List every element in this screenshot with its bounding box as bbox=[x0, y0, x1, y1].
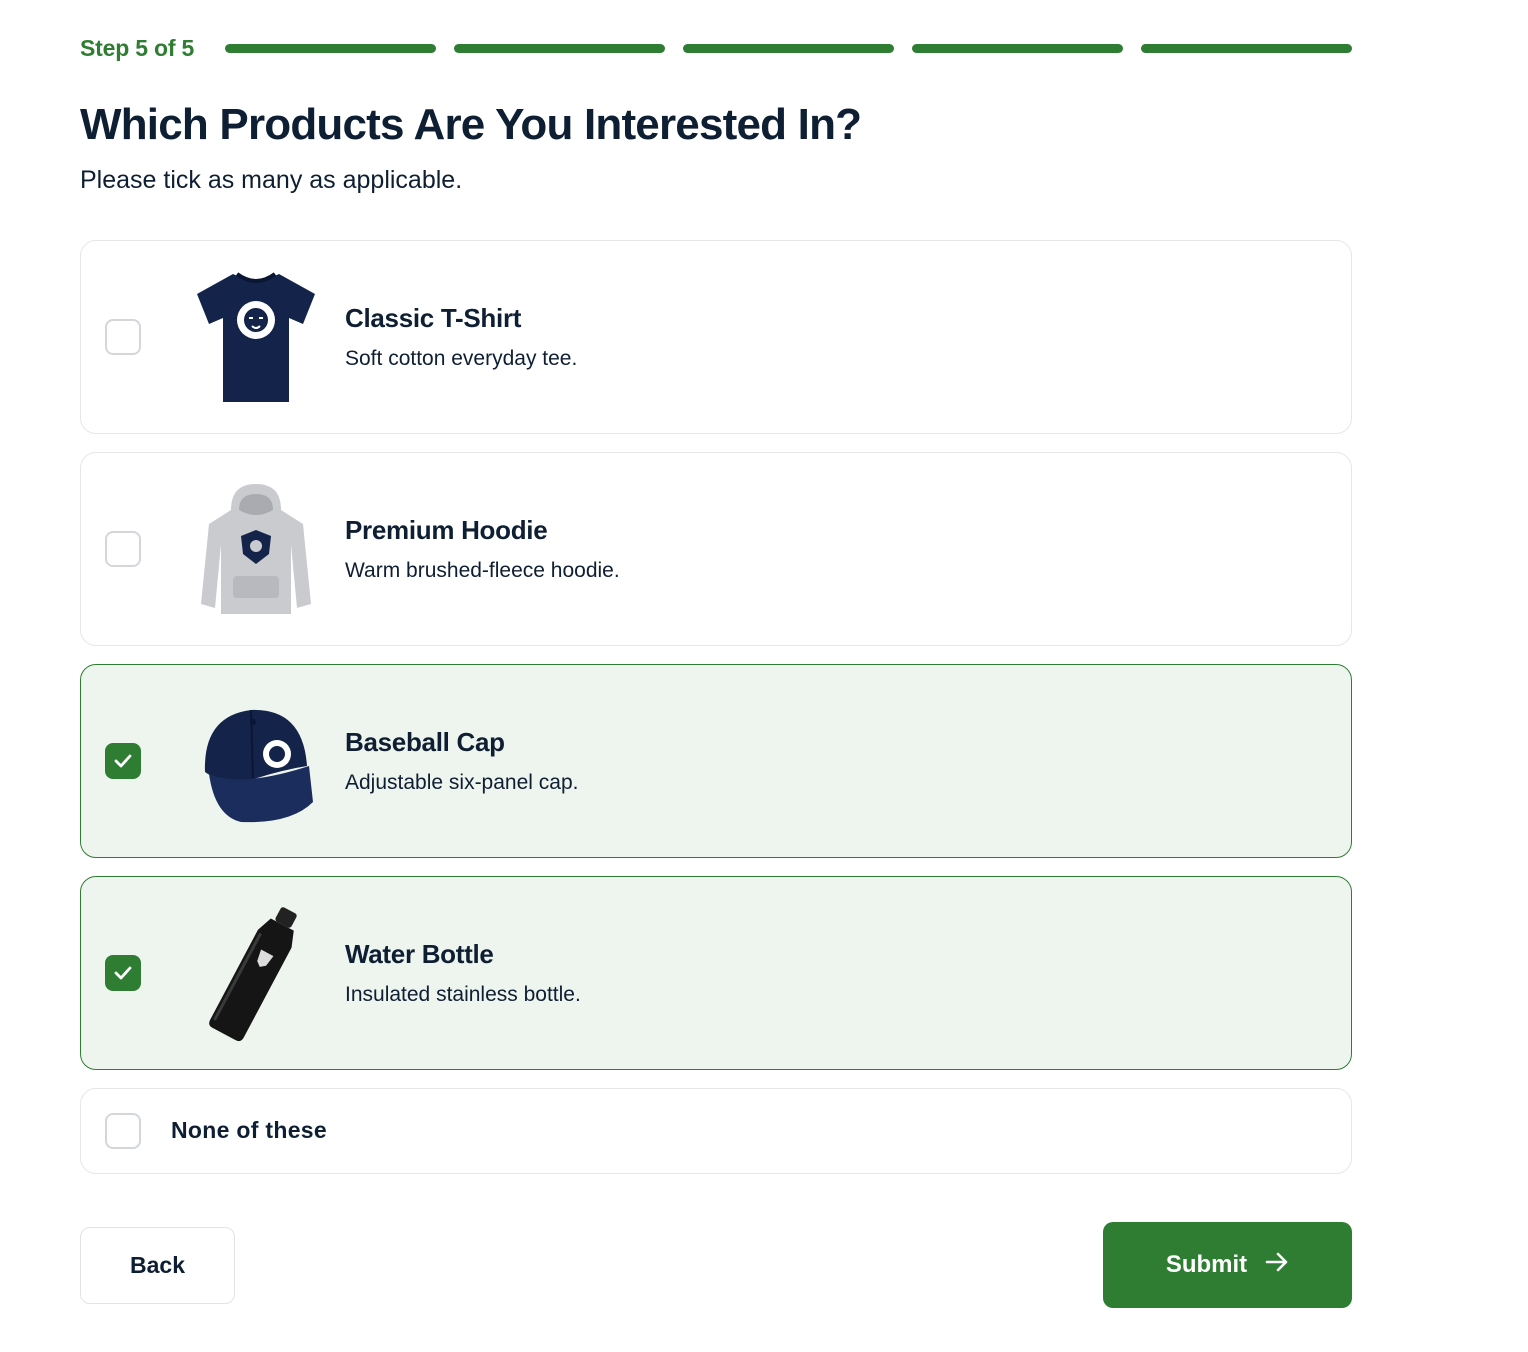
progress-segment-5 bbox=[1141, 43, 1352, 53]
arrow-right-icon bbox=[1265, 1251, 1289, 1280]
option-water-bottle[interactable]: Water Bottle Insulated stainless bottle. bbox=[80, 876, 1352, 1070]
option-name: Baseball Cap bbox=[345, 727, 505, 757]
none-of-these-label: None of these bbox=[171, 1117, 327, 1143]
progress-bar bbox=[225, 43, 1352, 53]
step-indicator: Step 5 of 5 bbox=[80, 34, 195, 61]
page-title: Which Products Are You Interested In? bbox=[80, 100, 862, 149]
progress-segment-3 bbox=[683, 43, 894, 53]
progress-segment-1 bbox=[225, 43, 436, 53]
option-name: Premium Hoodie bbox=[345, 515, 548, 545]
progress-segment-4 bbox=[912, 43, 1123, 53]
checkbox[interactable] bbox=[105, 531, 141, 567]
hoodie-image bbox=[181, 475, 331, 625]
option-description: Warm brushed-fleece hoodie. bbox=[345, 559, 620, 582]
cap-image bbox=[181, 687, 331, 837]
checkmark-icon bbox=[114, 966, 132, 980]
option-description: Soft cotton everyday tee. bbox=[345, 347, 578, 370]
checkmark-icon bbox=[114, 754, 132, 768]
option-name: Water Bottle bbox=[345, 939, 494, 969]
progress-segment-2 bbox=[454, 43, 665, 53]
option-description: Adjustable six-panel cap. bbox=[345, 771, 579, 794]
back-button[interactable]: Back bbox=[80, 1227, 235, 1304]
tshirt-image bbox=[181, 263, 331, 413]
submit-button[interactable]: Submit bbox=[1103, 1222, 1352, 1308]
option-baseball-cap[interactable]: Baseball Cap Adjustable six-panel cap. bbox=[80, 664, 1352, 858]
option-name: Classic T-Shirt bbox=[345, 303, 522, 333]
option-classic-tshirt[interactable]: Classic T-Shirt Soft cotton everyday tee… bbox=[80, 240, 1352, 434]
checkbox[interactable] bbox=[105, 1113, 141, 1149]
progress-header: Step 5 of 5 bbox=[80, 30, 1352, 66]
submit-button-label: Submit bbox=[1165, 1251, 1248, 1278]
checkbox[interactable] bbox=[105, 319, 141, 355]
option-description: Insulated stainless bottle. bbox=[345, 983, 581, 1006]
back-button-label: Back bbox=[130, 1252, 185, 1278]
checkbox[interactable] bbox=[105, 955, 141, 991]
checkbox[interactable] bbox=[105, 743, 141, 779]
option-none-of-these[interactable]: None of these bbox=[80, 1088, 1352, 1174]
bottle-image bbox=[181, 899, 331, 1049]
option-premium-hoodie[interactable]: Premium Hoodie Warm brushed-fleece hoodi… bbox=[80, 452, 1352, 646]
page-subtitle: Please tick as many as applicable. bbox=[80, 166, 463, 194]
